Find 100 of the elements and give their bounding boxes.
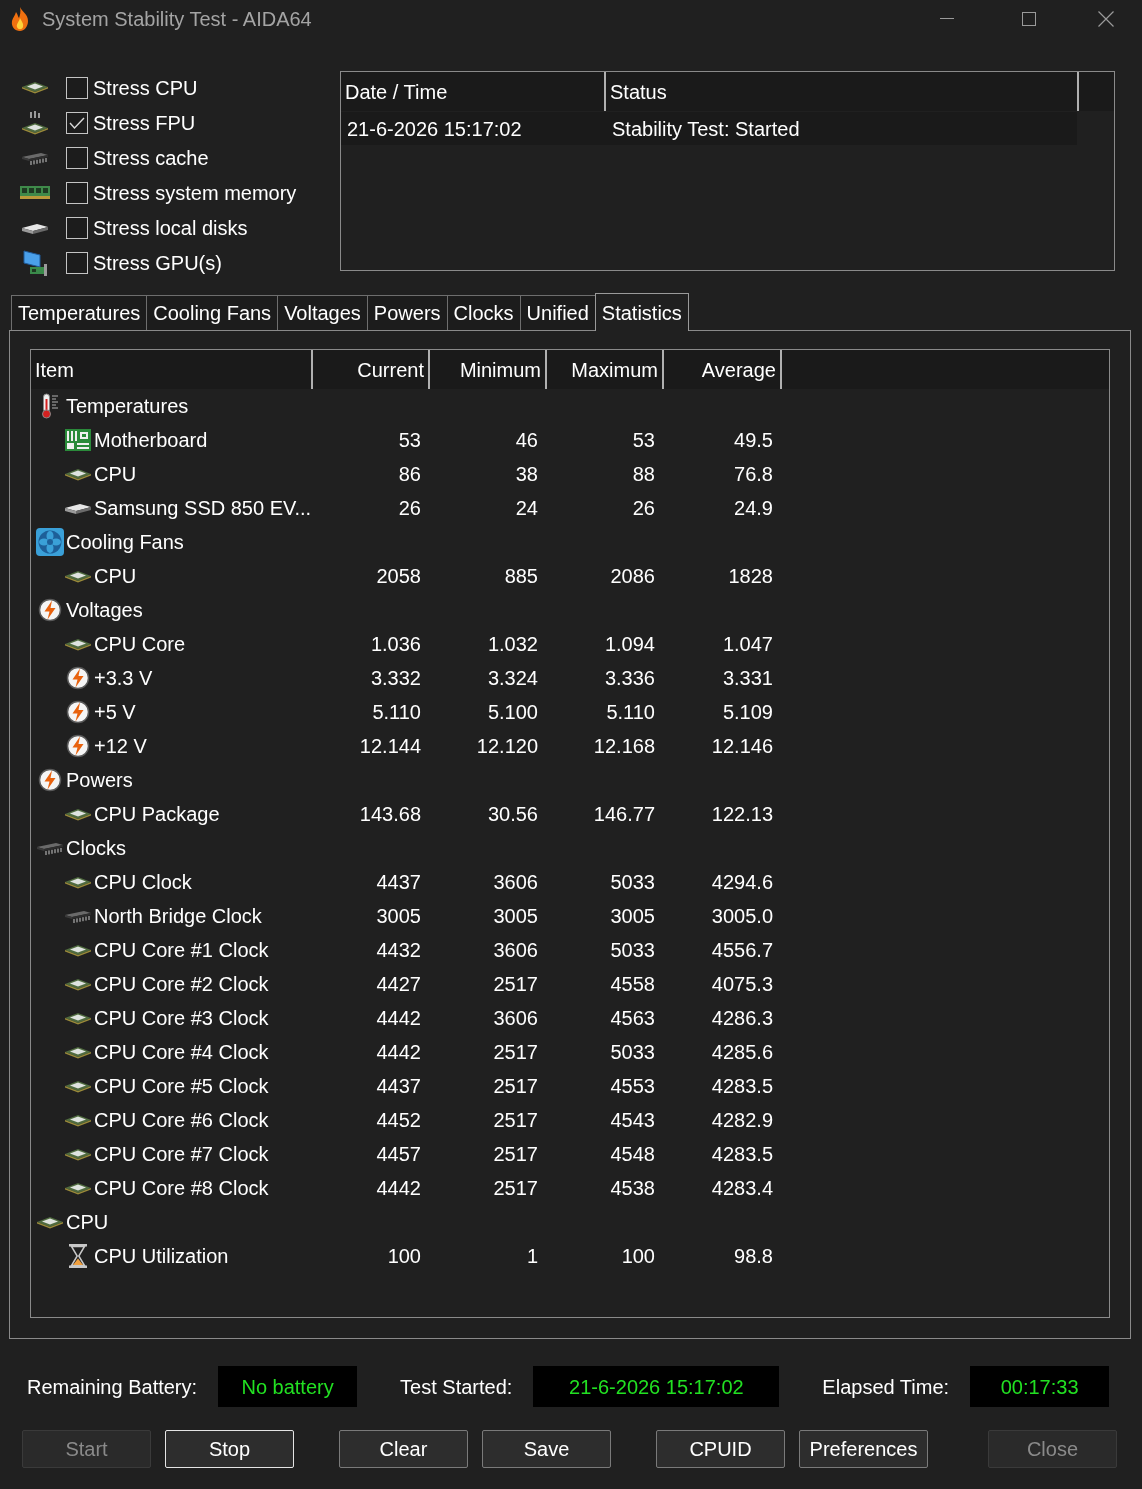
tree-item[interactable]: CPU Core #6 Clock (94, 1105, 269, 1135)
tree-item[interactable]: +12 V (94, 731, 147, 761)
table-cell-text: 4283.5 (710, 1142, 774, 1167)
tree-item[interactable]: CPU Core #5 Clock (94, 1071, 269, 1101)
checkbox-label[interactable]: Stress CPU (93, 72, 198, 103)
checkmark-icon (69, 116, 85, 129)
table-cell-text: 146.77 (592, 802, 656, 827)
tree-item[interactable]: CPU (66, 1207, 109, 1237)
button[interactable]: CPUID (656, 1430, 785, 1468)
column-header[interactable]: Current (313, 350, 430, 389)
checkbox-label[interactable]: Stress GPU(s) (93, 247, 222, 278)
table-cell-text: 4437 (375, 870, 422, 895)
tree-item[interactable]: CPU (94, 459, 137, 489)
tree-item[interactable]: Motherboard (94, 425, 208, 455)
table-cell-text: 5033 (609, 870, 656, 895)
tree-item[interactable]: Clocks (66, 833, 126, 863)
tab[interactable]: Clocks (446, 295, 521, 330)
checkbox[interactable] (66, 111, 88, 134)
processor-icon (64, 467, 92, 481)
table-cell-text: 53 (631, 428, 656, 453)
processor-icon (64, 569, 92, 583)
table-cell-text: 38 (514, 462, 539, 487)
tree-item[interactable]: CPU Core #4 Clock (94, 1037, 269, 1067)
button[interactable]: Preferences (799, 1430, 928, 1468)
table-cell-text: 3.331 (721, 666, 774, 691)
table-cell-text: 4442 (375, 1040, 422, 1065)
tree-item[interactable]: Samsung SSD 850 EV... (94, 493, 312, 523)
table-cell-text: 4553 (609, 1074, 656, 1099)
table-cell-text: 4548 (609, 1142, 656, 1167)
tree-item[interactable]: CPU Core #7 Clock (94, 1139, 269, 1169)
graphics-card-icon (22, 249, 48, 276)
tab[interactable]: Cooling Fans (146, 295, 279, 330)
column-header[interactable]: Minimum (430, 350, 547, 389)
tab[interactable]: Powers (366, 295, 448, 330)
table-cell-text: 3005 (609, 904, 656, 929)
checkbox[interactable] (66, 146, 88, 169)
checkbox-label[interactable]: Stress cache (93, 142, 209, 173)
checkbox[interactable] (66, 181, 88, 204)
column-header[interactable]: Item (31, 350, 313, 389)
tree-item[interactable]: Voltages (66, 595, 143, 625)
table-cell-text: 5.109 (721, 700, 774, 725)
table-cell-text: 100 (386, 1244, 422, 1269)
tree-item[interactable]: +3.3 V (94, 663, 153, 693)
table-cell-text: 122.13 (710, 802, 774, 827)
table-cell-text: 143.68 (358, 802, 422, 827)
button[interactable]: Save (482, 1430, 611, 1468)
tree-item[interactable]: CPU Core (94, 629, 186, 659)
tab[interactable]: Unified (519, 295, 596, 330)
table-cell-text: 3.332 (369, 666, 422, 691)
column-header[interactable]: Average (664, 350, 782, 389)
tree-item[interactable]: CPU Core #8 Clock (94, 1173, 269, 1203)
log-row[interactable]: 21-6-2026 15:17:02 Stability Test: Started (341, 112, 1077, 145)
close-icon (1098, 11, 1114, 27)
tree-item[interactable]: CPU (94, 561, 137, 591)
table-cell-text: 4442 (375, 1006, 422, 1031)
tree-item[interactable]: CPU Package (94, 799, 220, 829)
table-cell-text: 1.032 (486, 632, 539, 657)
tree-item[interactable]: CPU Clock (94, 867, 192, 897)
tree-item[interactable]: +5 V (94, 697, 136, 727)
tree-item[interactable]: Temperatures (66, 391, 189, 421)
tree-item[interactable]: North Bridge Clock (94, 901, 262, 931)
table-cell-text: 4432 (375, 938, 422, 963)
checkbox-label[interactable]: Stress local disks (93, 212, 248, 243)
table-cell-text: 88 (631, 462, 656, 487)
table-cell-text: 3005 (375, 904, 422, 929)
button[interactable]: Clear (339, 1430, 468, 1468)
table-cell-text: 4427 (375, 972, 422, 997)
checkbox-label[interactable]: Stress system memory (93, 177, 297, 208)
table-cell-text: 4285.6 (710, 1040, 774, 1065)
status-value: 21-6-2026 15:17:02 (533, 1366, 780, 1407)
column-header[interactable]: Maximum (547, 350, 664, 389)
checkbox[interactable] (66, 251, 88, 274)
status-value: 00:17:33 (970, 1366, 1110, 1407)
tab[interactable]: Temperatures (11, 295, 148, 330)
ic-chip-icon (36, 841, 64, 855)
checkbox[interactable] (66, 216, 88, 239)
table-cell-text: 3606 (492, 938, 539, 963)
table-cell-text: 26 (397, 496, 422, 521)
table-cell-text: 26 (631, 496, 656, 521)
tab[interactable]: Voltages (277, 295, 368, 330)
tree-item[interactable]: CPU Core #3 Clock (94, 1003, 269, 1033)
tree-item[interactable]: CPU Core #1 Clock (94, 935, 269, 965)
minimize-icon (940, 18, 954, 20)
tree-item[interactable]: Cooling Fans (66, 527, 184, 557)
status-value: No battery (218, 1366, 358, 1407)
table-cell-text: 5.100 (486, 700, 539, 725)
table-cell-text: 2058 (375, 564, 422, 589)
button[interactable]: Stop (165, 1430, 294, 1468)
tree-item[interactable]: CPU Utilization (94, 1241, 229, 1271)
tree-item[interactable]: Powers (66, 765, 133, 795)
table-cell-text: 2517 (492, 1176, 539, 1201)
checkbox-label[interactable]: Stress FPU (93, 107, 196, 138)
table-cell-text: 3606 (492, 1006, 539, 1031)
checkbox[interactable] (66, 76, 88, 99)
processor-icon (36, 1215, 64, 1229)
table-cell-text: 2086 (609, 564, 656, 589)
table-cell-text: 2517 (492, 1040, 539, 1065)
table-cell-text: 3005 (492, 904, 539, 929)
tree-item[interactable]: CPU Core #2 Clock (94, 969, 269, 999)
tab[interactable]: Statistics (594, 293, 689, 331)
